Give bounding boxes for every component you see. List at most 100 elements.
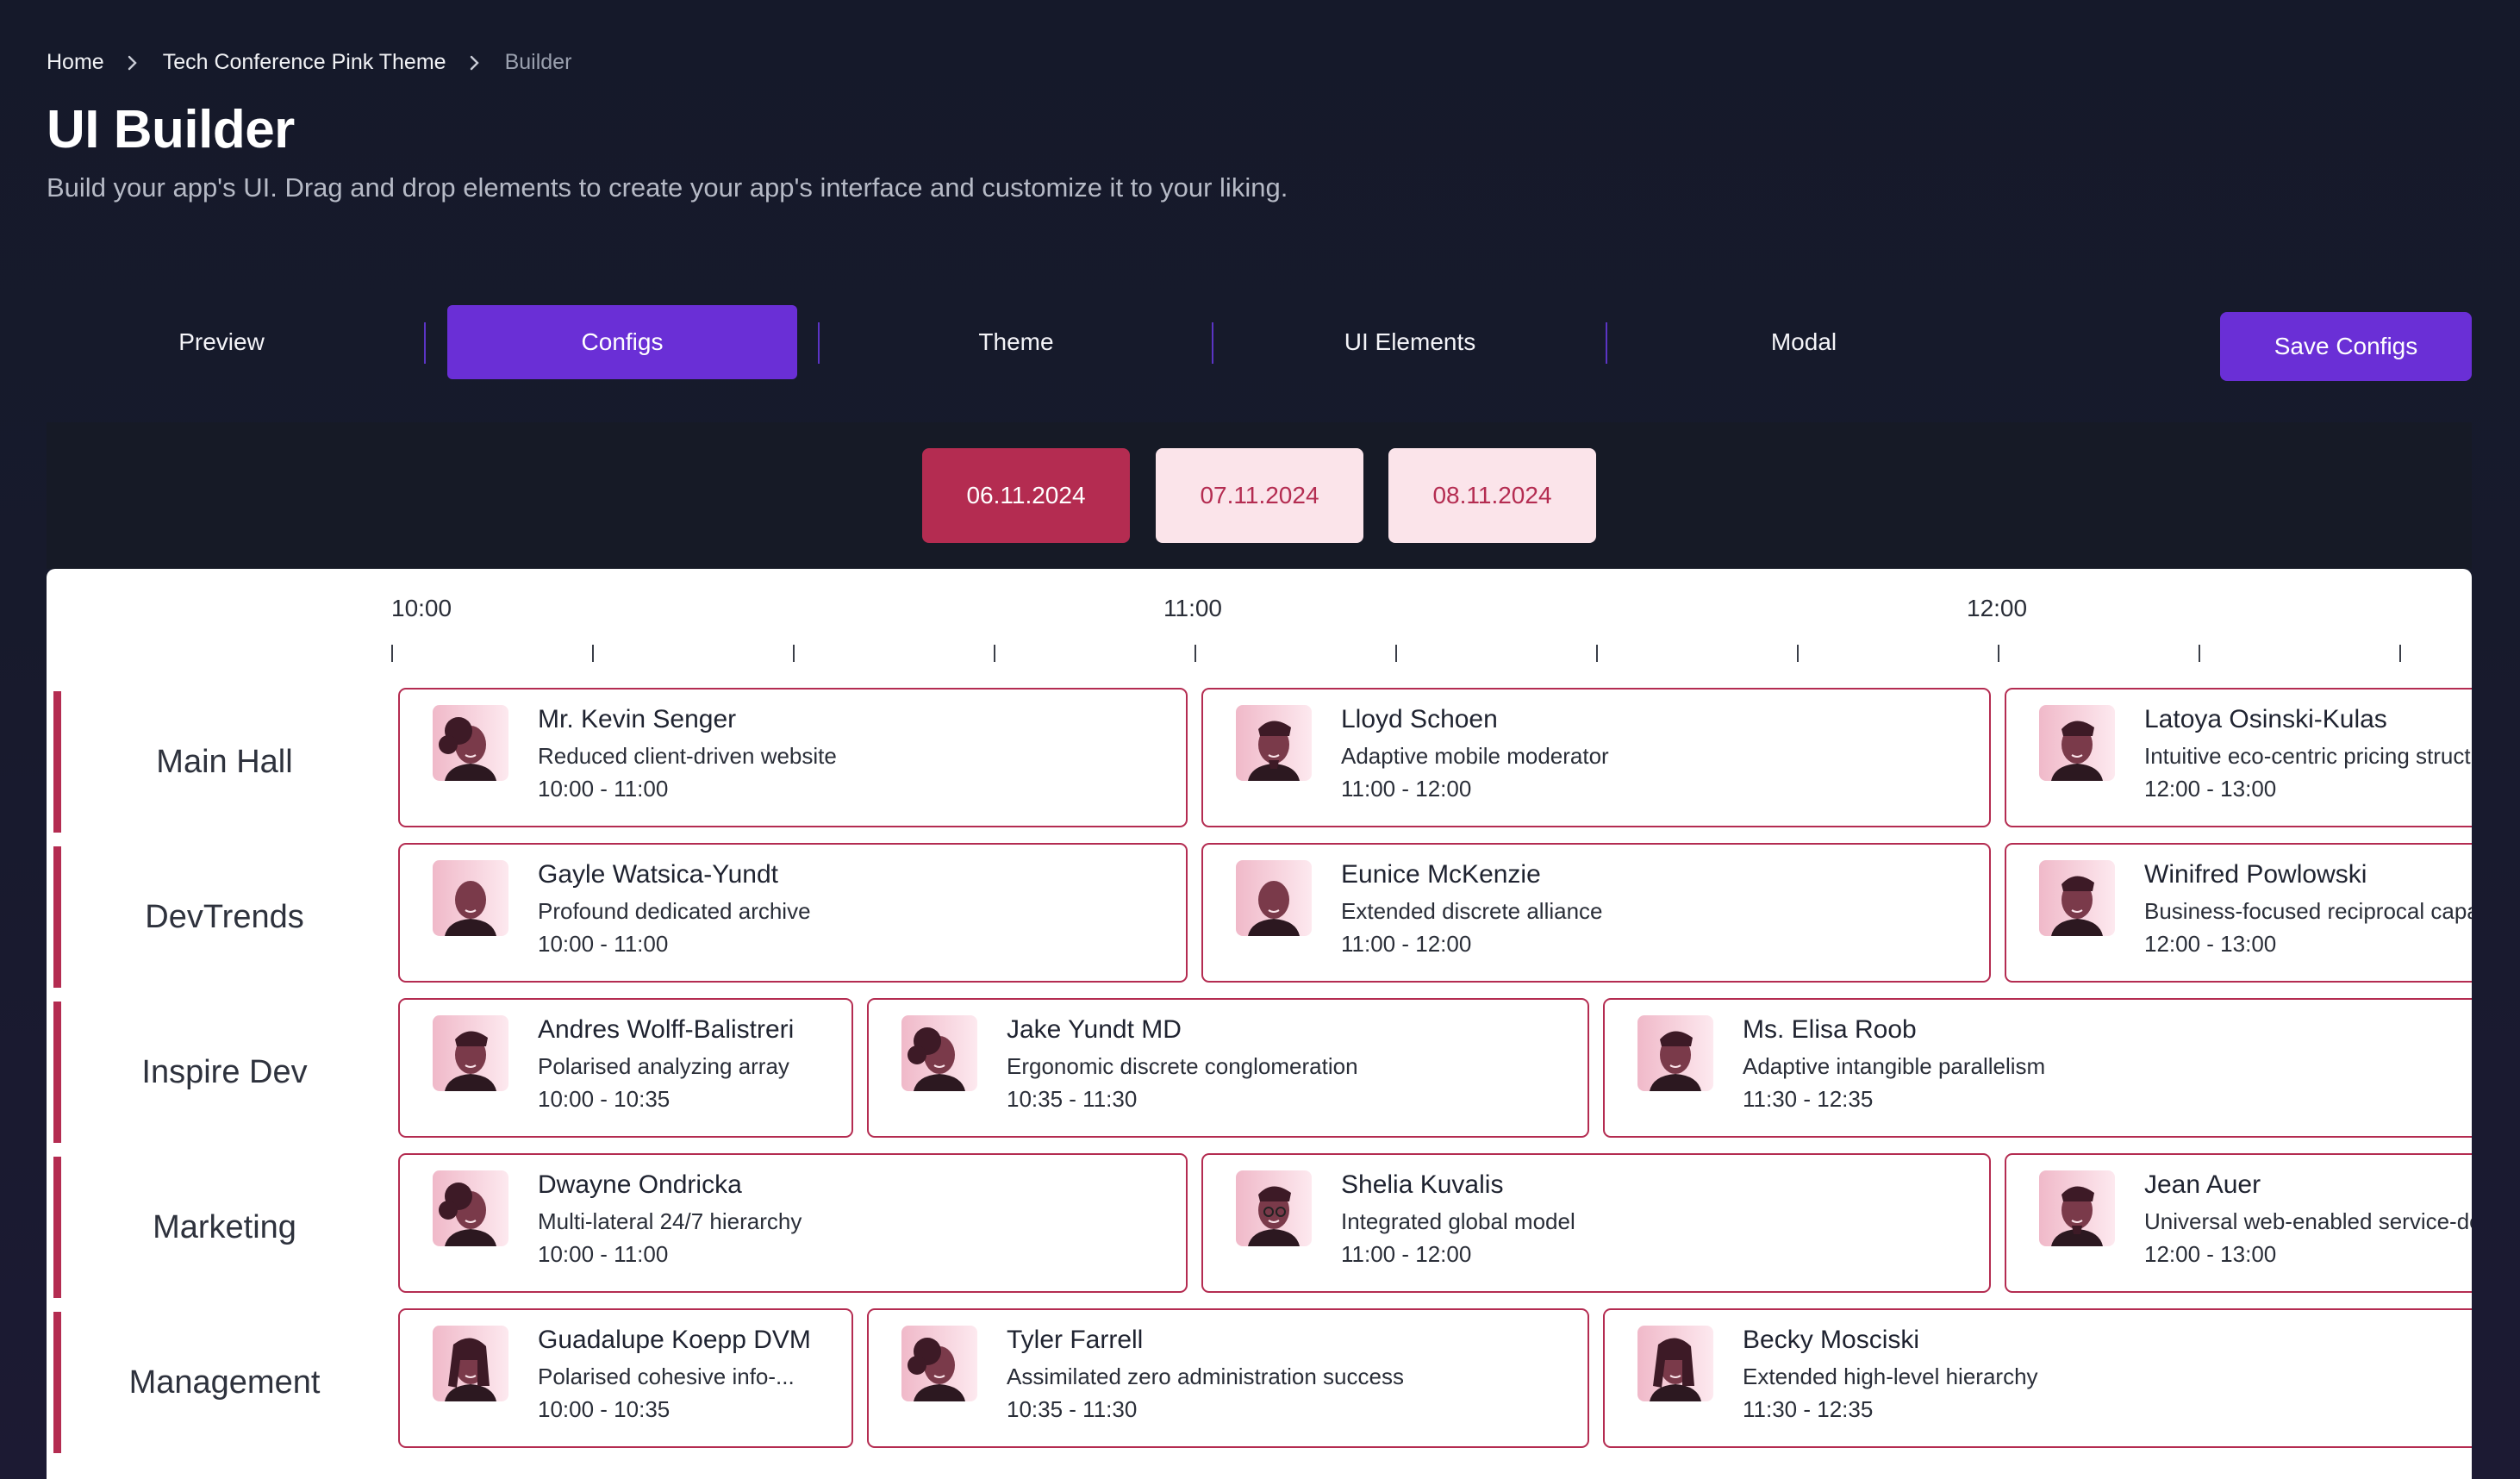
chevron-right-icon bbox=[116, 53, 151, 73]
timeline-tick bbox=[1195, 645, 1196, 662]
session-title: Business-focused reciprocal capability bbox=[2144, 898, 2472, 924]
session-time: 10:00 - 10:35 bbox=[538, 1086, 671, 1112]
avatar-long-hair-icon bbox=[433, 1326, 508, 1401]
avatar-glasses-icon bbox=[1236, 1170, 1312, 1246]
session-speaker: Latoya Osinski-Kulas bbox=[2144, 705, 2387, 733]
room-header: Management bbox=[53, 1312, 388, 1453]
session-speaker: Gayle Watsica-Yundt bbox=[538, 860, 779, 889]
session-time: 11:30 - 12:35 bbox=[1743, 1396, 1874, 1422]
tab-divider bbox=[818, 322, 820, 364]
ui-builder-page: Home Tech Conference Pink Theme Builder … bbox=[0, 0, 2520, 1479]
session-card[interactable]: Gayle Watsica-Yundt Profound dedicated a… bbox=[398, 843, 1188, 983]
room-label: Main Hall bbox=[156, 743, 293, 780]
session-title: Extended discrete alliance bbox=[1341, 898, 1603, 924]
room-accent-bar bbox=[53, 846, 61, 988]
timeline-tick bbox=[2199, 645, 2200, 662]
session-time: 11:00 - 12:00 bbox=[1341, 1241, 1472, 1267]
avatar-short-hair-icon bbox=[2039, 705, 2115, 781]
breadcrumb-project[interactable]: Tech Conference Pink Theme bbox=[163, 50, 446, 75]
session-card[interactable]: Shelia Kuvalis Integrated global model 1… bbox=[1201, 1153, 1991, 1293]
tab-divider bbox=[1606, 322, 1607, 364]
session-speaker: Becky Mosciski bbox=[1743, 1326, 1920, 1354]
session-card[interactable]: Dwayne Ondricka Multi-lateral 24/7 hiera… bbox=[398, 1153, 1188, 1293]
session-card[interactable]: Lloyd Schoen Adaptive mobile moderator 1… bbox=[1201, 688, 1991, 827]
avatar-long-hair-icon bbox=[1637, 1326, 1713, 1401]
date-button-1[interactable]: 06.11.2024 bbox=[922, 448, 1130, 543]
avatar-bald-icon bbox=[1236, 860, 1312, 936]
room-label: Management bbox=[128, 1364, 321, 1401]
avatar-curly-hair-icon bbox=[901, 1326, 977, 1401]
avatar-curly-hair-icon bbox=[433, 1170, 508, 1246]
tab-divider bbox=[1212, 322, 1213, 364]
timeline-tick bbox=[793, 645, 795, 662]
avatar-short-hair-icon bbox=[433, 1015, 508, 1091]
session-speaker: Mr. Kevin Senger bbox=[538, 705, 737, 733]
tab-configs[interactable]: Configs bbox=[447, 305, 797, 379]
session-title: Polarised analyzing array bbox=[538, 1053, 789, 1079]
time-label: 11:00 bbox=[1163, 595, 1222, 621]
session-title: Extended high-level hierarchy bbox=[1743, 1364, 2038, 1389]
session-time: 11:30 - 12:35 bbox=[1743, 1086, 1874, 1112]
time-label: 12:00 bbox=[1967, 595, 2028, 621]
session-title: Polarised cohesive info-... bbox=[538, 1364, 795, 1389]
session-speaker: Jake Yundt MD bbox=[1007, 1015, 1182, 1044]
session-speaker: Winifred Powlowski bbox=[2144, 860, 2367, 889]
room-label: DevTrends bbox=[145, 898, 304, 935]
chevron-right-icon bbox=[458, 53, 493, 73]
session-speaker: Jean Auer bbox=[2144, 1170, 2261, 1199]
session-card[interactable]: Ms. Elisa Roob Adaptive intangible paral… bbox=[1603, 998, 2472, 1138]
tab-ui-elements[interactable]: UI Elements bbox=[1235, 305, 1585, 379]
timeline-tick bbox=[391, 645, 393, 662]
room-header: Main Hall bbox=[53, 691, 388, 833]
tab-preview[interactable]: Preview bbox=[47, 305, 396, 379]
breadcrumb: Home Tech Conference Pink Theme Builder bbox=[47, 50, 571, 75]
timeline-tick bbox=[1596, 645, 1598, 662]
session-title: Universal web-enabled service-desk bbox=[2144, 1208, 2472, 1234]
tab-modal[interactable]: Modal bbox=[1629, 305, 1979, 379]
session-card[interactable]: Latoya Osinski-Kulas Intuitive eco-centr… bbox=[2005, 688, 2472, 827]
schedule-grid: 10:00 11:00 12:00 Main Hall Mr. Kevin Se… bbox=[47, 569, 2472, 1479]
session-time: 11:00 - 12:00 bbox=[1341, 776, 1472, 802]
tab-theme[interactable]: Theme bbox=[841, 305, 1191, 379]
breadcrumb-home[interactable]: Home bbox=[47, 50, 104, 75]
session-title: Reduced client-driven website bbox=[538, 743, 837, 769]
room-label: Inspire Dev bbox=[141, 1053, 308, 1090]
avatar-goatee-icon bbox=[1236, 705, 1312, 781]
session-card[interactable]: Winifred Powlowski Business-focused reci… bbox=[2005, 843, 2472, 983]
session-time: 12:00 - 13:00 bbox=[2144, 776, 2277, 802]
builder-tabs: Preview Configs Theme UI Elements Modal bbox=[47, 305, 1882, 379]
breadcrumb-current: Builder bbox=[504, 50, 572, 74]
session-card[interactable]: Mr. Kevin Senger Reduced client-driven w… bbox=[398, 688, 1188, 827]
session-card[interactable]: Andres Wolff-Balistreri Polarised analyz… bbox=[398, 998, 853, 1138]
date-button-2[interactable]: 07.11.2024 bbox=[1156, 448, 1363, 543]
session-speaker: Ms. Elisa Roob bbox=[1743, 1015, 1917, 1044]
session-title: Assimilated zero administration success bbox=[1007, 1364, 1404, 1389]
timeline-tick bbox=[1395, 645, 1397, 662]
session-card[interactable]: Becky Mosciski Extended high-level hiera… bbox=[1603, 1308, 2472, 1448]
avatar-curly-hair-icon bbox=[433, 705, 508, 781]
session-title: Ergonomic discrete conglomeration bbox=[1007, 1053, 1358, 1079]
page-title: UI Builder bbox=[47, 100, 295, 159]
room-label: Marketing bbox=[153, 1208, 296, 1245]
room-accent-bar bbox=[53, 691, 61, 833]
page-subtitle: Build your app's UI. Drag and drop eleme… bbox=[47, 172, 1288, 203]
session-speaker: Andres Wolff-Balistreri bbox=[538, 1015, 795, 1044]
room-accent-bar bbox=[53, 1157, 61, 1298]
room-accent-bar bbox=[53, 1002, 61, 1143]
date-button-3[interactable]: 08.11.2024 bbox=[1388, 448, 1596, 543]
session-card[interactable]: Eunice McKenzie Extended discrete allian… bbox=[1201, 843, 1991, 983]
room-header: Marketing bbox=[53, 1157, 388, 1298]
save-configs-button[interactable]: Save Configs bbox=[2220, 312, 2472, 381]
session-card[interactable]: Jean Auer Universal web-enabled service-… bbox=[2005, 1153, 2472, 1293]
session-time: 10:00 - 10:35 bbox=[538, 1396, 671, 1422]
room-accent-bar bbox=[53, 1312, 61, 1453]
session-time: 10:35 - 11:30 bbox=[1007, 1396, 1138, 1422]
session-card[interactable]: Jake Yundt MD Ergonomic discrete conglom… bbox=[867, 998, 1589, 1138]
session-time: 11:00 - 12:00 bbox=[1341, 931, 1472, 957]
time-label: 10:00 bbox=[391, 595, 452, 621]
session-card[interactable]: Guadalupe Koepp DVM Polarised cohesive i… bbox=[398, 1308, 853, 1448]
timeline-tick bbox=[1797, 645, 1799, 662]
session-card[interactable]: Tyler Farrell Assimilated zero administr… bbox=[867, 1308, 1589, 1448]
session-title: Intuitive eco-centric pricing structure bbox=[2144, 743, 2472, 769]
room-header: Inspire Dev bbox=[53, 1002, 388, 1143]
